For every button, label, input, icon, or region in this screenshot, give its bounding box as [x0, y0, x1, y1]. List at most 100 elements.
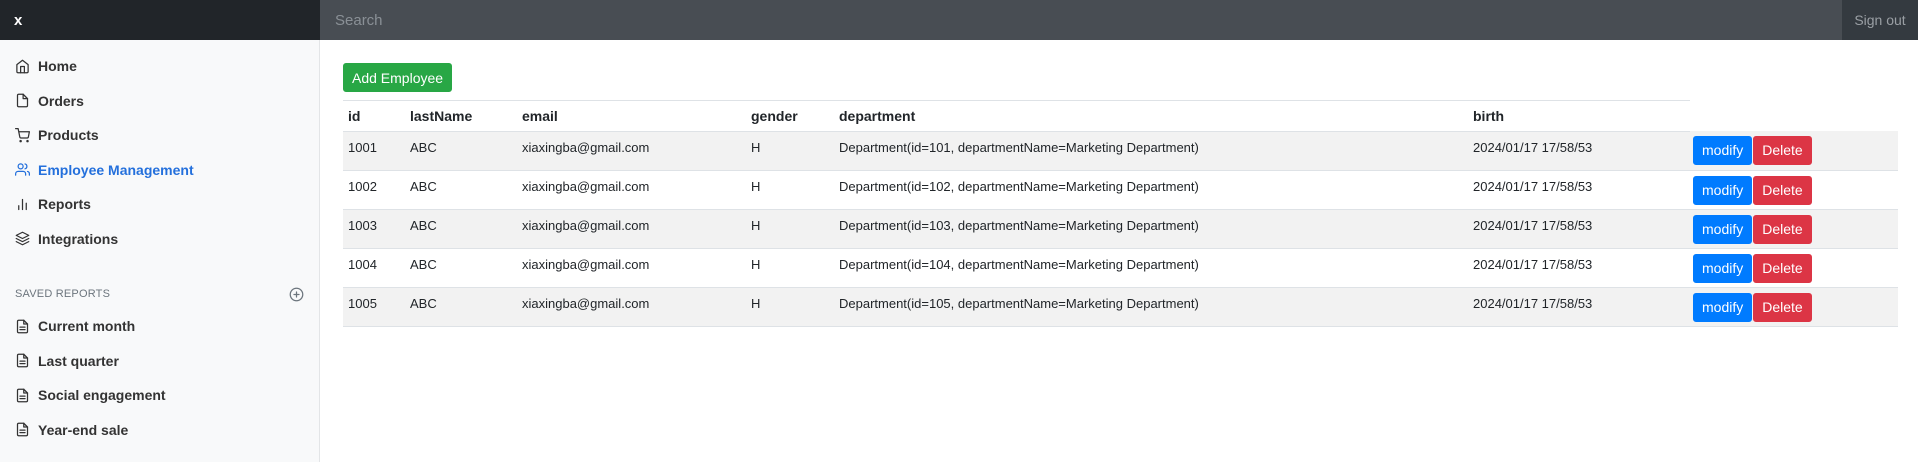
- sidebar-item-products[interactable]: Products: [0, 118, 319, 153]
- saved-report-label: Current month: [38, 318, 136, 335]
- modify-button[interactable]: modify: [1693, 214, 1753, 244]
- cell-department: Department(id=102, departmentName=Market…: [834, 170, 1468, 210]
- sidebar-item-label: Home: [38, 58, 77, 75]
- column-header-email[interactable]: email: [517, 101, 746, 132]
- plus-circle-icon[interactable]: [289, 287, 304, 302]
- cell-department: Department(id=103, departmentName=Market…: [834, 209, 1468, 249]
- cell-actions: modify Delete: [1690, 248, 1898, 288]
- saved-report-last-quarter[interactable]: Last quarter: [0, 344, 319, 379]
- cell-lastname: ABC: [405, 248, 517, 288]
- users-icon: [15, 163, 30, 176]
- home-icon: [16, 59, 29, 74]
- cell-gender: H: [746, 131, 834, 171]
- sidebar: Home Orders Products Employee Management…: [0, 40, 320, 462]
- search-input[interactable]: [320, 0, 1842, 40]
- sidebar-item-employee-management[interactable]: Employee Management: [0, 153, 319, 188]
- saved-report-current-month[interactable]: Current month: [0, 309, 319, 344]
- saved-report-label: Year-end sale: [38, 421, 129, 438]
- saved-report-year-end-sale[interactable]: Year-end sale: [0, 413, 319, 448]
- file-text-icon: [16, 353, 29, 368]
- column-header-birth[interactable]: birth: [1468, 101, 1690, 132]
- saved-reports-list: Current month Last quarter Social engage…: [0, 309, 319, 447]
- brand-logo[interactable]: x: [0, 0, 320, 40]
- table-row: 1004 ABC xiaxingba@gmail.com H Departmen…: [343, 248, 1898, 288]
- sidebar-item-orders[interactable]: Orders: [0, 84, 319, 119]
- cell-department: Department(id=101, departmentName=Market…: [834, 131, 1468, 171]
- table-row: 1002 ABC xiaxingba@gmail.com H Departmen…: [343, 170, 1898, 210]
- file-icon: [16, 93, 29, 108]
- cell-actions: modify Delete: [1690, 209, 1898, 249]
- modify-button[interactable]: modify: [1693, 253, 1753, 283]
- file-text-icon: [16, 388, 29, 403]
- cell-birth: 2024/01/17 17/58/53: [1468, 248, 1690, 288]
- cell-birth: 2024/01/17 17/58/53: [1468, 131, 1690, 171]
- saved-report-social-engagement[interactable]: Social engagement: [0, 378, 319, 413]
- sidebar-item-label: Employee Management: [38, 161, 194, 178]
- table-row: 1001 ABC xiaxingba@gmail.com H Departmen…: [343, 131, 1898, 171]
- cell-lastname: ABC: [405, 131, 517, 171]
- column-header-actions: [1690, 101, 1898, 131]
- cell-email: xiaxingba@gmail.com: [517, 170, 746, 210]
- cell-lastname: ABC: [405, 287, 517, 327]
- delete-button[interactable]: Delete: [1753, 214, 1812, 244]
- cell-birth: 2024/01/17 17/58/53: [1468, 287, 1690, 327]
- saved-reports-heading: Saved reports: [0, 284, 319, 304]
- column-header-lastname[interactable]: lastName: [405, 101, 517, 132]
- cell-lastname: ABC: [405, 170, 517, 210]
- cart-icon: [15, 127, 30, 143]
- sidebar-item-home[interactable]: Home: [0, 49, 319, 84]
- sidebar-item-label: Reports: [38, 196, 91, 213]
- delete-button[interactable]: Delete: [1753, 253, 1812, 283]
- column-header-department[interactable]: department: [834, 101, 1468, 132]
- sidebar-item-label: Orders: [38, 92, 84, 109]
- modify-button[interactable]: modify: [1693, 292, 1753, 322]
- cell-birth: 2024/01/17 17/58/53: [1468, 209, 1690, 249]
- cell-email: xiaxingba@gmail.com: [517, 248, 746, 288]
- bar-chart-icon: [18, 198, 27, 210]
- cell-actions: modify Delete: [1690, 131, 1898, 171]
- cell-department: Department(id=105, departmentName=Market…: [834, 287, 1468, 327]
- cell-id: 1002: [343, 170, 405, 210]
- saved-reports-title: Saved reports: [15, 288, 111, 300]
- cell-actions: modify Delete: [1690, 170, 1898, 210]
- sidebar-item-integrations[interactable]: Integrations: [0, 222, 319, 257]
- cell-id: 1003: [343, 209, 405, 249]
- cell-actions: modify Delete: [1690, 287, 1898, 327]
- cell-lastname: ABC: [405, 209, 517, 249]
- cell-email: xiaxingba@gmail.com: [517, 287, 746, 327]
- table-row: 1005 ABC xiaxingba@gmail.com H Departmen…: [343, 287, 1898, 327]
- cell-gender: H: [746, 248, 834, 288]
- cell-department: Department(id=104, departmentName=Market…: [834, 248, 1468, 288]
- column-header-id[interactable]: id: [343, 101, 405, 132]
- saved-report-label: Last quarter: [38, 352, 119, 369]
- delete-button[interactable]: Delete: [1753, 136, 1812, 165]
- layers-icon: [15, 231, 30, 246]
- delete-button[interactable]: Delete: [1753, 292, 1812, 322]
- modify-button[interactable]: modify: [1693, 175, 1753, 205]
- cell-gender: H: [746, 170, 834, 210]
- column-header-gender[interactable]: gender: [746, 101, 834, 132]
- delete-button[interactable]: Delete: [1753, 175, 1812, 205]
- saved-report-label: Social engagement: [38, 387, 166, 404]
- sidebar-item-label: Integrations: [38, 230, 119, 247]
- cell-id: 1004: [343, 248, 405, 288]
- cell-email: xiaxingba@gmail.com: [517, 209, 746, 249]
- sidebar-nav: Home Orders Products Employee Management…: [0, 40, 319, 256]
- employee-table: id lastName email gender department birt…: [343, 101, 1898, 327]
- sidebar-item-label: Products: [38, 127, 99, 144]
- cell-gender: H: [746, 209, 834, 249]
- add-employee-button[interactable]: Add Employee: [343, 63, 453, 92]
- modify-button[interactable]: modify: [1693, 136, 1753, 165]
- cell-gender: H: [746, 287, 834, 327]
- file-text-icon: [16, 422, 29, 437]
- table-header-row: id lastName email gender department birt…: [343, 101, 1898, 132]
- cell-id: 1001: [343, 131, 405, 171]
- top-navbar: x Sign out: [0, 0, 1918, 40]
- table-row: 1003 ABC xiaxingba@gmail.com H Departmen…: [343, 209, 1898, 249]
- sidebar-item-reports[interactable]: Reports: [0, 187, 319, 222]
- cell-id: 1005: [343, 287, 405, 327]
- sign-out-link[interactable]: Sign out: [1842, 0, 1918, 40]
- file-text-icon: [16, 319, 29, 334]
- cell-birth: 2024/01/17 17/58/53: [1468, 170, 1690, 210]
- cell-email: xiaxingba@gmail.com: [517, 131, 746, 171]
